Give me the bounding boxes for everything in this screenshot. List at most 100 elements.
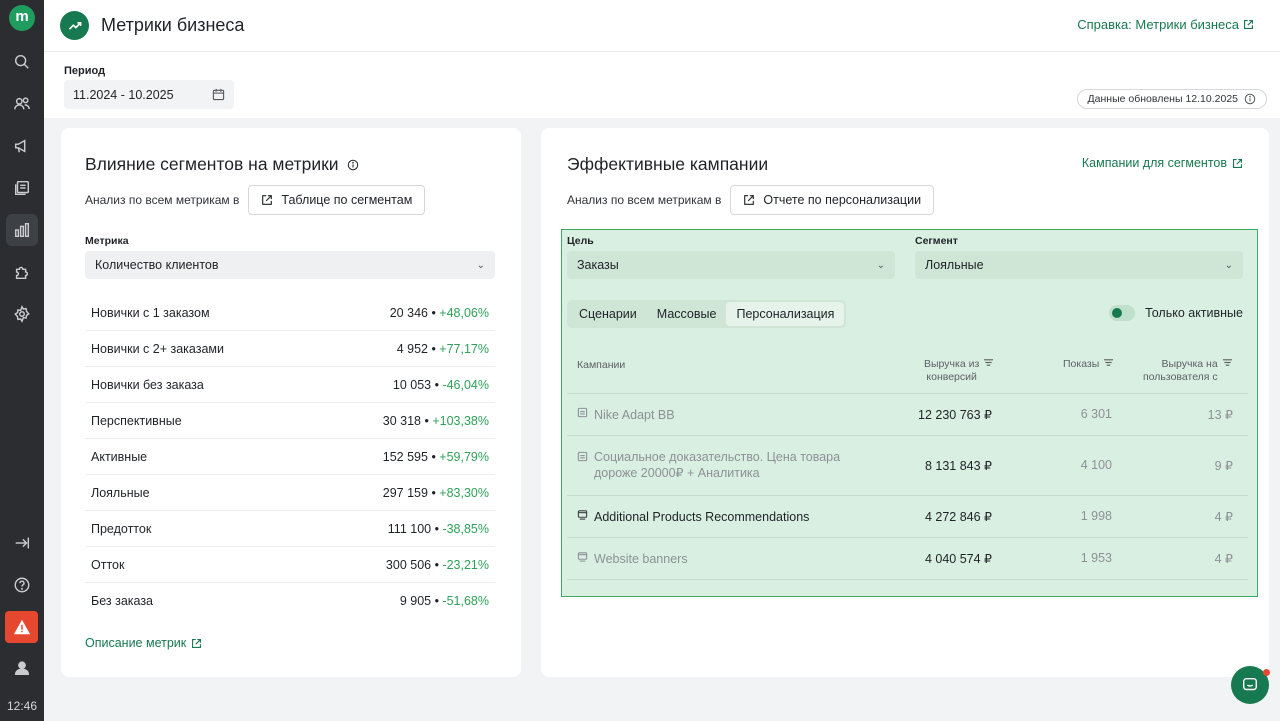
segment-table-button[interactable]: Таблице по сегментам bbox=[248, 185, 426, 215]
settings-icon[interactable] bbox=[6, 298, 38, 330]
segment-name: Перспективные bbox=[91, 413, 182, 428]
column-revenue-line1: Выручка из bbox=[924, 358, 980, 370]
campaign-name-cell: Социальное доказательство. Цена товара д… bbox=[577, 449, 877, 481]
segments-card-title-text: Влияние сегментов на метрики bbox=[85, 154, 339, 174]
analytics-icon[interactable] bbox=[6, 214, 38, 246]
chat-icon bbox=[1242, 677, 1258, 691]
campaign-rpu: 9 ₽ bbox=[1214, 459, 1233, 473]
goal-label: Цель bbox=[567, 235, 594, 247]
segment-name: Лояльные bbox=[91, 485, 150, 500]
segment-select[interactable]: Лояльные ⌄ bbox=[915, 251, 1243, 279]
segment-change: -51,68% bbox=[442, 594, 489, 608]
campaign-revenue: 4 272 846 ₽ bbox=[924, 510, 992, 524]
table-row[interactable]: Additional Products Recommendations 4 27… bbox=[567, 496, 1248, 538]
segment-name: Предотток bbox=[91, 521, 152, 536]
period-value: 11.2024 - 10.2025 bbox=[73, 87, 174, 102]
warning-icon[interactable] bbox=[5, 611, 38, 643]
segment-value: 9 905 bbox=[399, 594, 432, 608]
segment-change: -23,21% bbox=[442, 557, 489, 572]
help-icon[interactable] bbox=[6, 569, 38, 601]
campaign-widget-icon bbox=[577, 451, 588, 462]
segment-campaigns-link[interactable]: Кампании для сегментов bbox=[1082, 156, 1243, 170]
campaign-rpu: 13 ₽ bbox=[1207, 408, 1233, 422]
campaigns-analysis-text: Анализ по всем метрикам в bbox=[567, 193, 722, 207]
campaigns-analysis: Анализ по всем метрикам в Отчете по перс… bbox=[567, 185, 935, 215]
metric-label: Метрика bbox=[85, 235, 129, 247]
campaign-type-tabs: Сценарии Массовые Персонализация bbox=[567, 300, 847, 328]
segment-value: 152 595 bbox=[382, 449, 428, 464]
segment-change: -46,04% bbox=[442, 377, 489, 392]
campaign-name-cell: Website banners bbox=[577, 551, 688, 567]
info-icon[interactable] bbox=[347, 159, 359, 171]
active-only-toggle[interactable] bbox=[1109, 305, 1136, 321]
segment-value: 10 053 bbox=[392, 377, 432, 392]
list-item: Без заказа 9 905 • -51,68% bbox=[91, 594, 489, 608]
chevron-down-icon: ⌄ bbox=[476, 259, 485, 271]
campaign-shows: 6 301 bbox=[1080, 407, 1112, 421]
search-icon[interactable] bbox=[6, 46, 38, 78]
campaign-name: Website banners bbox=[594, 552, 688, 566]
campaign-revenue: 4 040 574 ₽ bbox=[924, 552, 992, 566]
goal-select[interactable]: Заказы ⌄ bbox=[567, 251, 895, 279]
megaphone-icon[interactable] bbox=[6, 130, 38, 162]
list-item: Новички без заказа 10 053 • -46,04% bbox=[85, 367, 495, 403]
segment-campaigns-label: Кампании для сегментов bbox=[1081, 156, 1227, 170]
campaign-rpu: 4 ₽ bbox=[1214, 552, 1233, 566]
table-row[interactable]: Nike Adapt BB 12 230 763 ₽ 6 301 13 ₽ bbox=[567, 394, 1248, 436]
help-link-label: Справка: Метрики бизнеса bbox=[1077, 17, 1239, 32]
active-only-filter: Только активные bbox=[1109, 305, 1243, 321]
segment-value: 300 506 bbox=[385, 557, 432, 572]
help-link[interactable]: Справка: Метрики бизнеса bbox=[1077, 17, 1254, 32]
list-item: Предотток 111 100 • -38,85% bbox=[85, 511, 495, 547]
external-link-icon bbox=[1244, 20, 1253, 29]
period-label: Период bbox=[64, 65, 106, 77]
chevron-down-icon: ⌄ bbox=[876, 259, 885, 271]
column-shows[interactable]: Показы bbox=[1063, 358, 1114, 371]
app-logo[interactable]: m bbox=[9, 5, 35, 31]
list-item: Новички с 1 заказом 20 346 • +48,06% bbox=[85, 295, 495, 331]
collapse-sidebar-icon[interactable] bbox=[6, 527, 38, 559]
external-link-icon bbox=[262, 195, 273, 205]
sort-icon bbox=[1104, 359, 1114, 366]
period-picker[interactable]: 11.2024 - 10.2025 bbox=[64, 80, 234, 109]
external-link-icon bbox=[744, 195, 755, 205]
metric-select[interactable]: Количество клиентов ⌄ bbox=[85, 251, 495, 279]
list-item: Отток 300 506 • -23,21% bbox=[85, 547, 495, 583]
tab-mass[interactable]: Массовые bbox=[647, 302, 727, 326]
segment-label: Сегмент bbox=[915, 235, 958, 247]
tab-scenarios[interactable]: Сценарии bbox=[569, 302, 647, 326]
page-header: Метрики бизнеса Справка: Метрики бизнеса bbox=[44, 0, 1280, 52]
users-icon[interactable] bbox=[6, 88, 38, 120]
column-revenue-per-user[interactable]: Выручка на пользователя с bbox=[1143, 358, 1233, 384]
content-icon[interactable] bbox=[6, 172, 38, 204]
campaign-name: Социальное доказательство. Цена товара д… bbox=[594, 450, 841, 480]
table-row[interactable]: Website banners 4 040 574 ₽ 1 953 4 ₽ bbox=[567, 538, 1248, 580]
campaign-name-cell: Additional Products Recommendations bbox=[577, 509, 809, 525]
campaign-popup-icon bbox=[577, 552, 588, 562]
campaign-widget-icon bbox=[577, 407, 588, 418]
segment-value: 30 318 bbox=[382, 413, 422, 428]
chat-widget-button[interactable] bbox=[1231, 666, 1270, 704]
list-item: Перспективные 30 318 • +103,38% bbox=[85, 403, 495, 439]
table-row[interactable]: Социальное доказательство. Цена товара д… bbox=[567, 436, 1248, 496]
personalization-report-button[interactable]: Отчете по персонализации bbox=[730, 185, 935, 215]
segment-name: Без заказа bbox=[91, 594, 154, 608]
data-updated-badge: Данные обновлены 12.10.2025 bbox=[1076, 89, 1267, 109]
tab-personalization[interactable]: Персонализация bbox=[726, 302, 845, 326]
metric-select-value: Количество клиентов bbox=[95, 258, 219, 272]
campaign-revenue: 8 131 843 ₽ bbox=[924, 459, 992, 473]
column-rpu-line1: Выручка на bbox=[1161, 358, 1218, 370]
info-icon[interactable] bbox=[1244, 93, 1256, 105]
column-revenue[interactable]: Выручка из конверсий bbox=[924, 358, 994, 384]
column-shows-label: Показы bbox=[1063, 358, 1100, 370]
notification-dot bbox=[1263, 669, 1270, 676]
page-title: Метрики бизнеса bbox=[101, 15, 245, 35]
segment-value: 20 346 bbox=[389, 305, 428, 320]
profile-icon[interactable] bbox=[6, 652, 38, 684]
sidebar: m 12:46 bbox=[0, 0, 44, 721]
integrations-icon[interactable] bbox=[6, 256, 38, 288]
metrics-description-link[interactable]: Описание метрик bbox=[85, 636, 202, 650]
trend-up-icon bbox=[60, 11, 89, 40]
sort-icon bbox=[984, 359, 994, 366]
list-item: Лояльные 297 159 • +83,30% bbox=[85, 475, 495, 511]
